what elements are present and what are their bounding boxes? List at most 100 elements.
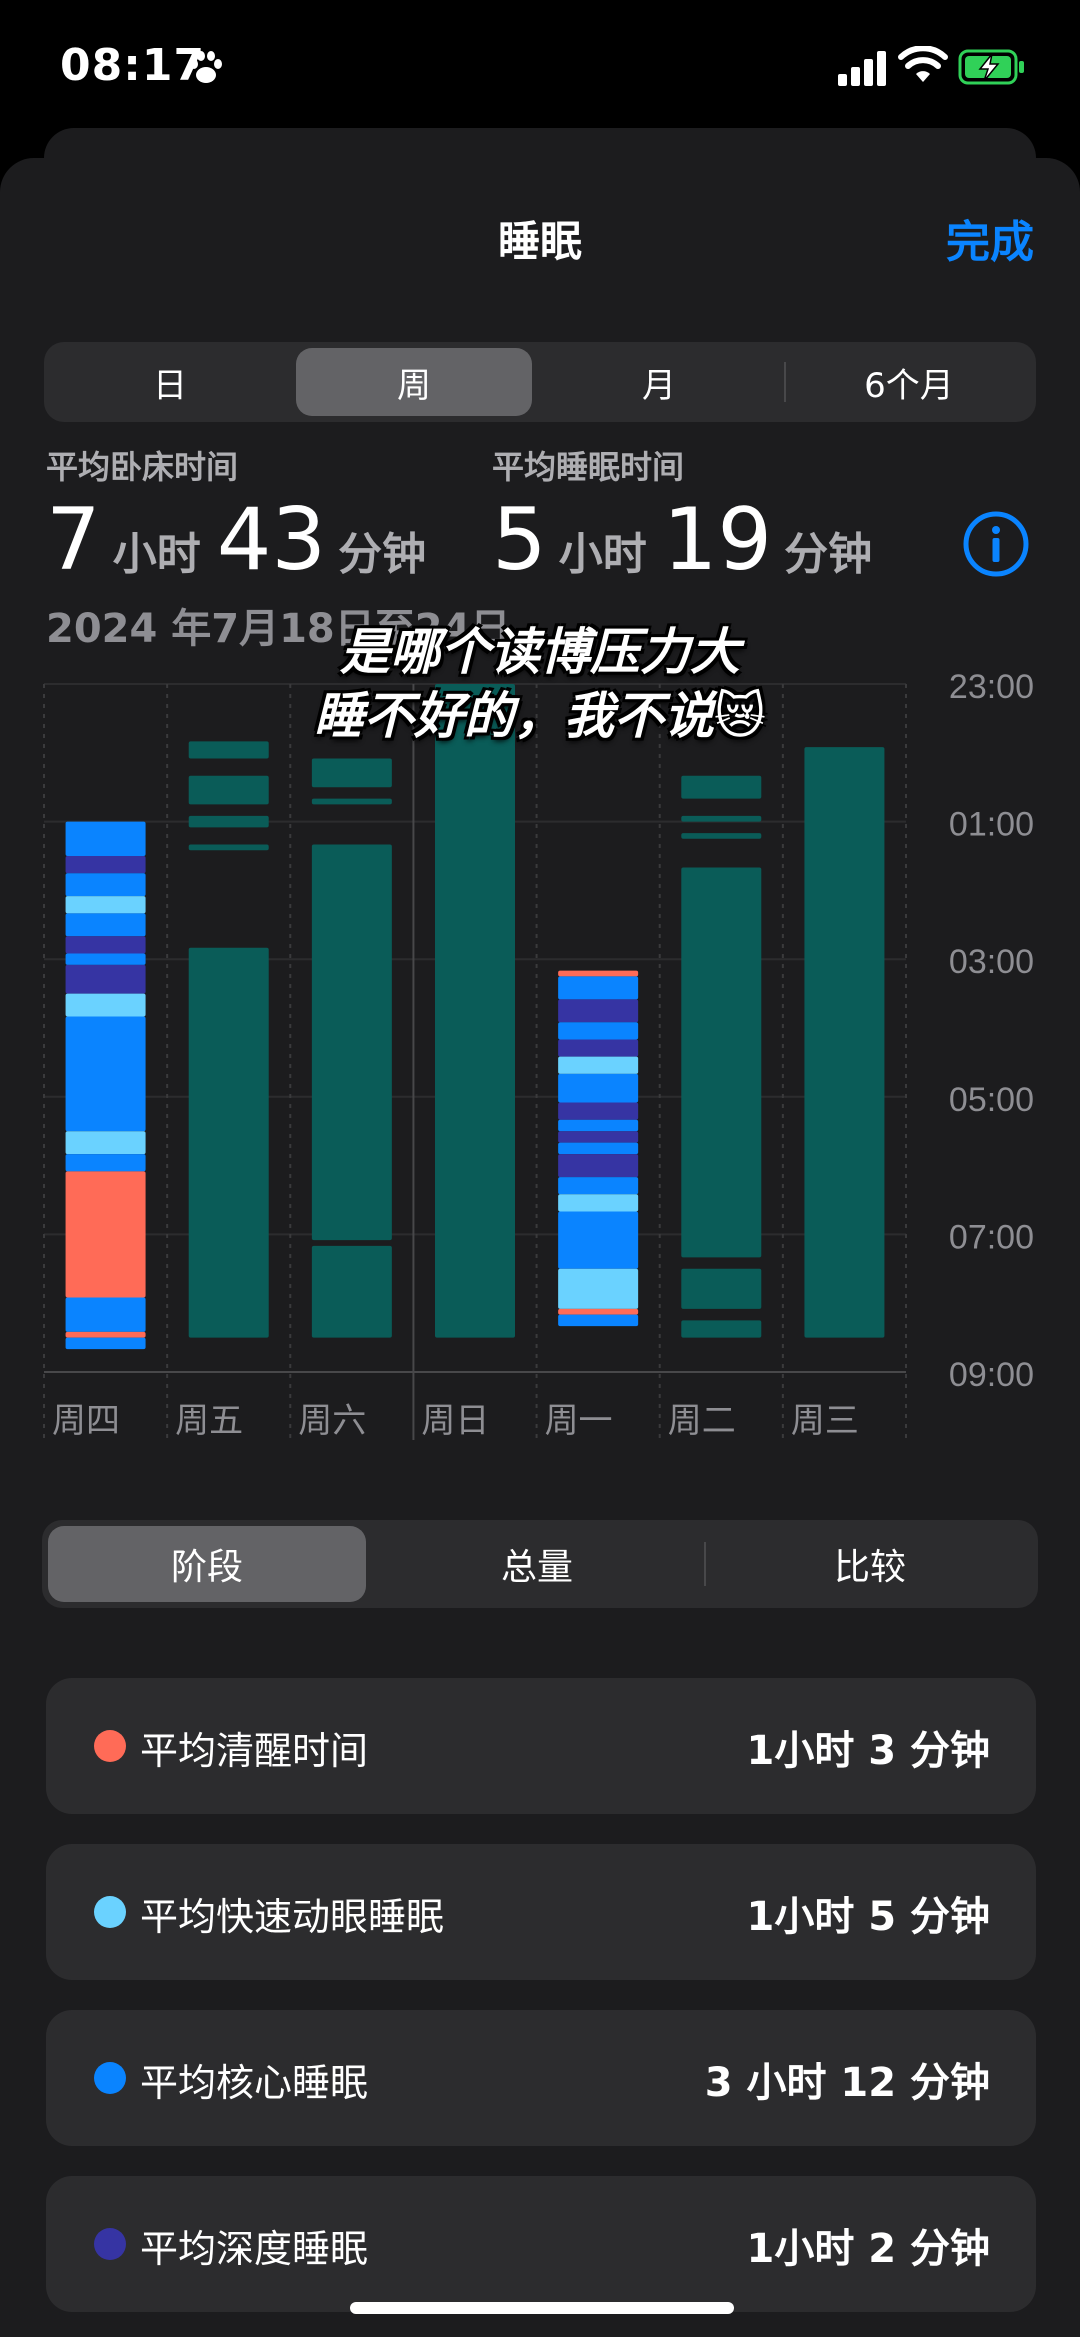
tab-month[interactable]: 月	[536, 342, 782, 422]
bar-segment	[65, 821, 146, 856]
period-segmented-control: 日 周 月 6个月	[44, 342, 1036, 422]
bar-segment	[558, 1131, 639, 1143]
x-tick-label: 周一	[545, 1401, 613, 1441]
core-dot-icon	[94, 2062, 126, 2094]
bar-segment	[65, 1171, 146, 1298]
info-icon[interactable]	[962, 510, 1030, 578]
asleep-hours: 5	[492, 490, 547, 590]
asleep-minutes: 19	[662, 490, 773, 590]
bar-segment	[188, 947, 269, 1338]
bar-segment	[681, 815, 762, 822]
stage-value: 1小时 3 分钟	[746, 1728, 990, 1774]
in-bed-minute-unit: 分钟	[338, 529, 427, 580]
in-bed-hours: 7	[46, 490, 101, 590]
bar-segment	[65, 953, 146, 965]
bar-segment	[558, 999, 639, 1023]
bar-segment	[65, 1331, 146, 1338]
bar-segment	[681, 775, 762, 799]
stage-value: 3 小时 12 分钟	[704, 2060, 990, 2106]
deep-dot-icon	[94, 2228, 126, 2260]
bar-segment	[65, 1337, 146, 1350]
asleep-hour-unit: 小时	[558, 529, 647, 580]
tab-stages[interactable]: 阶段	[48, 1526, 366, 1602]
tab-week[interactable]: 周	[296, 348, 532, 416]
in-bed-minutes: 43	[216, 490, 327, 590]
bar-segment	[311, 1245, 392, 1338]
signal-icon	[838, 51, 886, 86]
bar-segment	[558, 970, 639, 977]
bar-segment	[311, 758, 392, 788]
bar-segment	[558, 1039, 639, 1057]
in-bed-value: 7 小时 43 分钟	[46, 490, 442, 590]
asleep-value: 5 小时 19 分钟	[492, 490, 888, 590]
tab-comparison[interactable]: 比较	[708, 1520, 1032, 1608]
y-tick-label: 07:00	[949, 1218, 1034, 1256]
bar-segment	[558, 1177, 639, 1195]
tab-day[interactable]: 日	[50, 342, 290, 422]
view-segmented-control: 阶段 总量 比较	[42, 1520, 1038, 1608]
stage-label: 平均清醒时间	[140, 1729, 369, 1773]
battery-charging-icon	[958, 49, 1024, 85]
stage-card-awake[interactable]: 平均清醒时间 1小时 3 分钟	[46, 1678, 1036, 1814]
bar-segment	[804, 747, 885, 1338]
x-tick-label: 周六	[298, 1401, 366, 1441]
bar-segment	[558, 1154, 639, 1178]
bar-segment	[65, 1131, 146, 1155]
stage-value: 1小时 5 分钟	[746, 1894, 990, 1940]
bar-segment	[558, 1102, 639, 1120]
bar-segment	[65, 936, 146, 954]
bar-segment	[311, 798, 392, 805]
sleep-chart: 23:00 01:00 03:00 05:00 07:00 09:00 周四 周五 周六 周日 周一…	[0, 660, 1080, 1460]
y-tick-label: 03:00	[949, 943, 1034, 981]
bar-segment	[311, 844, 392, 1241]
bar-segment	[558, 1211, 639, 1269]
bar-segment	[681, 1268, 762, 1309]
stage-label: 平均快速动眼睡眠	[140, 1895, 445, 1939]
bar-segment	[558, 1194, 639, 1212]
bar-segment	[558, 1308, 639, 1315]
home-indicator[interactable]	[350, 2302, 734, 2314]
page-title: 睡眠	[497, 217, 582, 266]
bar-segment	[558, 1268, 639, 1309]
segment-divider	[704, 1542, 706, 1586]
y-tick-label: 01:00	[949, 806, 1034, 844]
stage-card-rem[interactable]: 平均快速动眼睡眠 1小时 5 分钟	[46, 1844, 1036, 1980]
bar-segment	[65, 993, 146, 1017]
paw-icon	[190, 51, 222, 83]
asleep-label: 平均睡眠时间	[492, 448, 685, 486]
tab-amount[interactable]: 总量	[372, 1520, 702, 1608]
stage-card-deep[interactable]: 平均深度睡眠 1小时 2 分钟	[46, 2176, 1036, 2312]
bar-segment	[65, 1297, 146, 1332]
stage-card-core[interactable]: 平均核心睡眠 3 小时 12 分钟	[46, 2010, 1036, 2146]
status-bar: 08:17	[0, 0, 1080, 140]
bar-segment	[65, 1154, 146, 1172]
bar-segment	[65, 896, 146, 914]
in-bed-hour-unit: 小时	[112, 529, 201, 580]
bar-segment	[65, 913, 146, 937]
in-bed-label: 平均卧床时间	[46, 448, 239, 486]
rem-dot-icon	[94, 1896, 126, 1928]
bar-segment	[188, 844, 269, 851]
bar-segment	[681, 1320, 762, 1338]
wifi-icon	[898, 46, 948, 82]
bar-segment	[65, 964, 146, 994]
stage-label: 平均核心睡眠	[140, 2061, 369, 2105]
status-time: 08:17	[60, 40, 206, 91]
bar-segment	[558, 1119, 639, 1132]
done-button[interactable]: 完成	[946, 206, 1034, 270]
y-tick-label: 09:00	[949, 1356, 1034, 1394]
bar-segment	[188, 815, 269, 828]
x-tick-label: 周三	[791, 1401, 859, 1441]
bar-segment	[558, 976, 639, 1000]
bar-segment	[681, 867, 762, 1258]
bar-segment	[188, 775, 269, 805]
bar-segment	[558, 1073, 639, 1103]
asleep-minute-unit: 分钟	[784, 529, 873, 580]
y-tick-label: 05:00	[949, 1081, 1034, 1119]
bar-segment	[681, 833, 762, 839]
overlay-caption-line2: 睡不好的，我不说😿	[313, 687, 767, 745]
bar-segment	[558, 1022, 639, 1040]
tab-6-months[interactable]: 6个月	[788, 342, 1030, 422]
overlay-caption-line1: 是哪个读博压力大	[340, 623, 740, 681]
bar-segment	[558, 1142, 639, 1155]
